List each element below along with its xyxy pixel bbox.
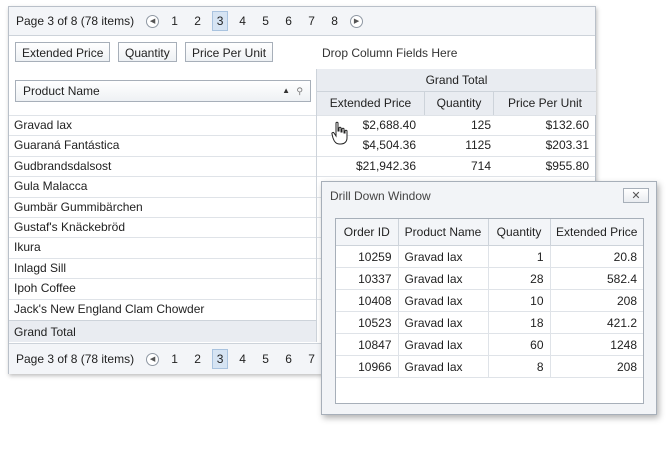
quantity-cell: 10 bbox=[488, 289, 551, 312]
extended-price-cell: 1248 bbox=[550, 333, 643, 356]
product-name-cell: Gravad lax bbox=[398, 267, 489, 290]
product-name-cell: Gravad lax bbox=[398, 355, 489, 378]
extended-price-cell: 208 bbox=[550, 355, 643, 378]
grand-total-header: Grand Total bbox=[317, 69, 596, 92]
order-id-cell: 10408 bbox=[336, 289, 399, 312]
drill-header-order-id[interactable]: Order ID bbox=[336, 219, 399, 246]
pager-info-bottom: Page 3 of 8 (78 items) bbox=[16, 352, 135, 366]
page-link[interactable]: 4 bbox=[231, 350, 254, 368]
field-quantity[interactable]: Quantity bbox=[118, 42, 177, 62]
row-header-cell: Gudbrandsdalsost bbox=[14, 158, 112, 173]
quantity-cell: 28 bbox=[488, 267, 551, 290]
product-name-cell: Gravad lax bbox=[398, 333, 489, 356]
grand-total-row: Grand Total bbox=[9, 320, 316, 342]
extended-price-cell[interactable]: $21,942.36 bbox=[316, 159, 416, 173]
col-header-price-per-unit[interactable]: Price Per Unit bbox=[494, 92, 596, 115]
table-row[interactable]: 10966 Gravad lax 8 208 bbox=[336, 355, 643, 378]
prev-page-icon[interactable]: ◀ bbox=[146, 352, 160, 366]
page-link[interactable]: 1 bbox=[163, 12, 186, 30]
price-per-unit-cell[interactable]: $955.80 bbox=[493, 159, 589, 173]
page-link[interactable]: 2 bbox=[186, 12, 209, 30]
order-id-cell: 10966 bbox=[336, 355, 399, 378]
page-link[interactable]: 1 bbox=[163, 350, 186, 368]
row-field-label: Product Name bbox=[23, 84, 100, 98]
row-header-cell: Gula Malacca bbox=[14, 179, 88, 194]
page-numbers-bottom: 12345678 bbox=[163, 349, 346, 369]
pager-info: Page 3 of 8 (78 items) bbox=[16, 14, 135, 28]
page-numbers: 12345678 bbox=[163, 11, 346, 31]
page-link[interactable]: 7 bbox=[300, 350, 323, 368]
col-header-quantity[interactable]: Quantity bbox=[425, 92, 494, 115]
column-divider bbox=[316, 115, 317, 342]
column-header-area: Grand Total Extended Price Quantity Pric… bbox=[316, 69, 596, 115]
table-row[interactable]: Gravad lax $2,688.40 125 $132.60 bbox=[9, 115, 595, 136]
sort-asc-icon[interactable]: ▲ bbox=[282, 81, 290, 101]
quantity-cell: 1 bbox=[488, 245, 551, 268]
drill-down-title: Drill Down Window bbox=[330, 189, 431, 203]
table-row[interactable]: 10408 Gravad lax 10 208 bbox=[336, 289, 643, 312]
quantity-cell[interactable]: 125 bbox=[424, 118, 491, 132]
quantity-cell: 60 bbox=[488, 333, 551, 356]
product-name-cell: Gravad lax bbox=[398, 311, 489, 334]
close-icon[interactable]: ✕ bbox=[623, 188, 649, 203]
page-link[interactable]: 8 bbox=[323, 12, 346, 30]
row-header-cell: Gravad lax bbox=[14, 118, 73, 132]
table-row[interactable]: Gudbrandsdalsost $21,942.36 714 $955.80 bbox=[9, 155, 595, 177]
quantity-cell[interactable]: 714 bbox=[424, 159, 491, 173]
field-price-per-unit[interactable]: Price Per Unit bbox=[185, 42, 274, 62]
next-page-icon[interactable]: ▶ bbox=[350, 14, 364, 28]
row-header-cell: Inlagd Sill bbox=[14, 260, 67, 275]
hand-cursor-icon bbox=[331, 121, 348, 145]
extended-price-cell: 20.8 bbox=[550, 245, 643, 268]
order-id-cell: 10847 bbox=[336, 333, 399, 356]
row-header-cell: Guaraná Fantástica bbox=[14, 138, 120, 153]
page-link[interactable]: 3 bbox=[212, 349, 229, 369]
drill-down-window: Drill Down Window ✕ Order ID Product Nam… bbox=[321, 181, 657, 415]
row-field-product-name[interactable]: Product Name ▲ ⚲ bbox=[15, 80, 311, 102]
order-id-cell: 10259 bbox=[336, 245, 399, 268]
page-link[interactable]: 4 bbox=[231, 12, 254, 30]
table-row[interactable]: Guaraná Fantástica $4,504.36 1125 $203.31 bbox=[9, 135, 595, 156]
table-row[interactable]: 10523 Gravad lax 18 421.2 bbox=[336, 311, 643, 334]
row-header-cell: Gustaf's Knäckebröd bbox=[14, 220, 126, 234]
column-drop-zone[interactable]: Drop Column Fields Here bbox=[322, 46, 457, 60]
price-per-unit-cell[interactable]: $132.60 bbox=[493, 118, 589, 132]
row-header-cell: Ikura bbox=[14, 240, 41, 255]
page-link[interactable]: 6 bbox=[277, 12, 300, 30]
table-row[interactable]: 10847 Gravad lax 60 1248 bbox=[336, 333, 643, 356]
page-link[interactable]: 2 bbox=[186, 350, 209, 368]
product-name-cell: Gravad lax bbox=[398, 245, 489, 268]
data-field-area: Extended Price Quantity Price Per Unit D… bbox=[9, 36, 595, 69]
extended-price-cell: 582.4 bbox=[550, 267, 643, 290]
row-header-cell: Jack's New England Clam Chowder bbox=[14, 301, 205, 316]
quantity-cell: 18 bbox=[488, 311, 551, 334]
filter-icon[interactable]: ⚲ bbox=[296, 81, 303, 101]
table-row[interactable]: 10337 Gravad lax 28 582.4 bbox=[336, 267, 643, 290]
field-extended-price[interactable]: Extended Price bbox=[15, 42, 111, 62]
drill-header-extended-price[interactable]: Extended Price bbox=[550, 219, 643, 246]
col-header-extended-price[interactable]: Extended Price bbox=[317, 92, 425, 115]
product-name-cell: Gravad lax bbox=[398, 289, 489, 312]
drill-header-quantity[interactable]: Quantity bbox=[488, 219, 551, 246]
quantity-cell[interactable]: 1125 bbox=[424, 138, 491, 152]
page-link[interactable]: 3 bbox=[212, 11, 229, 31]
row-header-cell: Gumbär Gummibärchen bbox=[14, 199, 143, 214]
extended-price-cell: 208 bbox=[550, 289, 643, 312]
page-link[interactable]: 5 bbox=[254, 12, 277, 30]
extended-price-cell: 421.2 bbox=[550, 311, 643, 334]
order-id-cell: 10523 bbox=[336, 311, 399, 334]
order-id-cell: 10337 bbox=[336, 267, 399, 290]
pager-top: Page 3 of 8 (78 items) ◀ 12345678 ▶ bbox=[9, 7, 595, 36]
page-link[interactable]: 7 bbox=[300, 12, 323, 30]
price-per-unit-cell[interactable]: $203.31 bbox=[493, 138, 589, 152]
table-row[interactable]: 10259 Gravad lax 1 20.8 bbox=[336, 245, 643, 268]
drill-header-product-name[interactable]: Product Name bbox=[398, 219, 489, 246]
page-link[interactable]: 5 bbox=[254, 350, 277, 368]
row-header-cell: Ipoh Coffee bbox=[14, 281, 76, 296]
quantity-cell: 8 bbox=[488, 355, 551, 378]
drill-down-table: Order ID Product Name Quantity Extended … bbox=[335, 218, 644, 404]
page-link[interactable]: 6 bbox=[277, 350, 300, 368]
prev-page-icon[interactable]: ◀ bbox=[146, 14, 160, 28]
